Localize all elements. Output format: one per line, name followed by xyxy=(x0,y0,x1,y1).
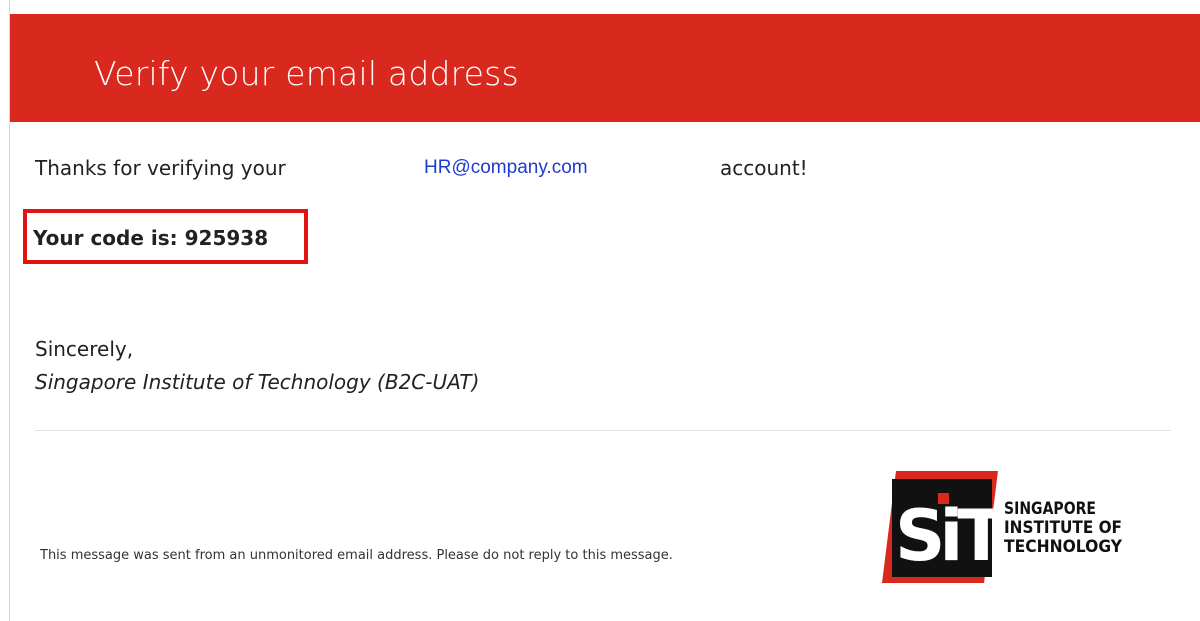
email-address-link[interactable]: HR@company.com xyxy=(424,157,588,179)
thanks-text: Thanks for verifying your xyxy=(35,156,286,180)
sit-logo: SiT SINGAPORE INSTITUTE OF TECHNOLOGY xyxy=(882,471,1123,583)
email-title: Verify your email address xyxy=(94,54,519,93)
signature-text: Singapore Institute of Technology (B2C-U… xyxy=(35,370,480,394)
email-frame: Verify your email address Thanks for ver… xyxy=(9,0,1200,621)
divider xyxy=(35,430,1171,431)
svg-text:SINGAPORE: SINGAPORE xyxy=(1004,499,1096,519)
closing-text: Sincerely, xyxy=(35,337,134,361)
footer-message: This message was sent from an unmonitore… xyxy=(40,548,673,563)
svg-text:SiT: SiT xyxy=(895,495,1005,577)
account-text: account! xyxy=(720,156,808,180)
verification-code: Your code is: 925938 xyxy=(33,226,269,250)
svg-text:INSTITUTE OF: INSTITUTE OF xyxy=(1004,518,1122,538)
svg-text:TECHNOLOGY: TECHNOLOGY xyxy=(1004,537,1123,557)
email-header: Verify your email address xyxy=(10,14,1200,122)
